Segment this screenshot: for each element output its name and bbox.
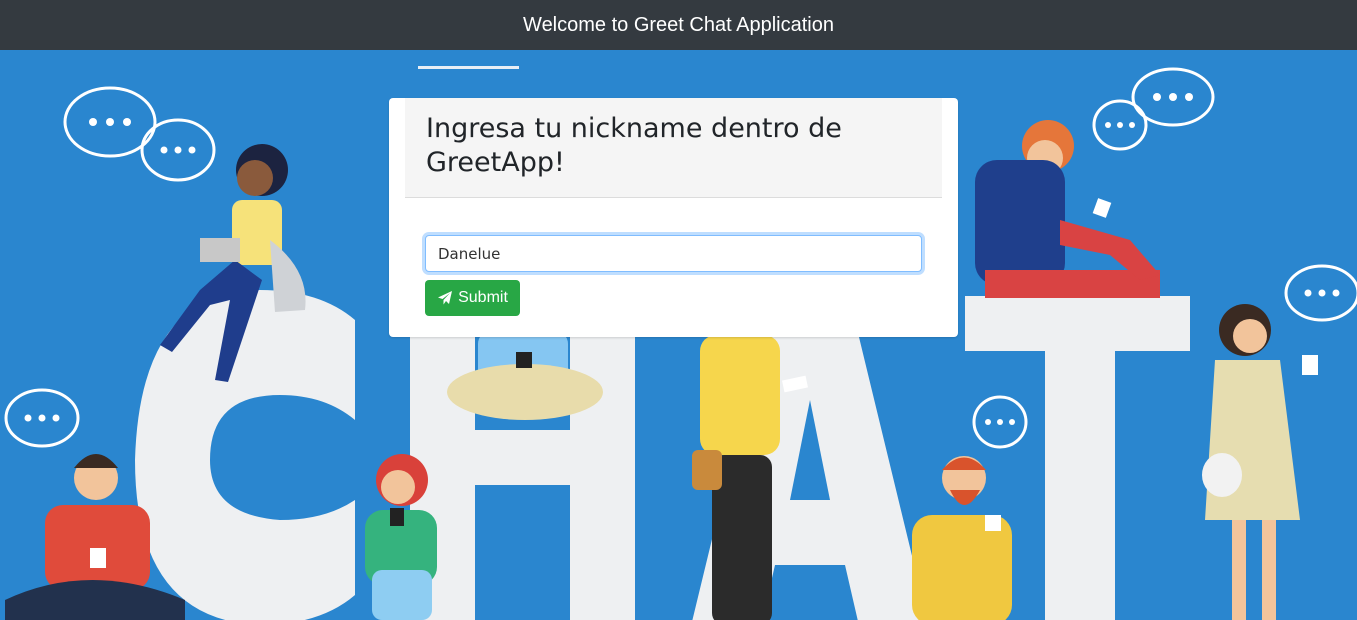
paper-plane-icon [437, 290, 453, 306]
card-title: Ingresa tu nickname dentro de GreetApp! [426, 113, 842, 178]
app-title: Welcome to Greet Chat Application [523, 13, 834, 36]
letter-h-bar [410, 430, 635, 485]
person-illustration [912, 456, 1012, 620]
person-illustration [1202, 304, 1318, 620]
decorative-line [418, 66, 519, 69]
submit-button[interactable]: Submit [425, 280, 520, 316]
person-illustration [365, 454, 437, 620]
chat-letters [135, 290, 1190, 620]
app-header: Welcome to Greet Chat Application [0, 0, 1357, 50]
nickname-card: Ingresa tu nickname dentro de GreetApp! … [389, 98, 958, 337]
submit-label: Submit [458, 289, 508, 306]
card-header: Ingresa tu nickname dentro de GreetApp! [405, 98, 942, 198]
nickname-input[interactable] [425, 235, 922, 272]
letter-t-stem [1045, 296, 1115, 620]
